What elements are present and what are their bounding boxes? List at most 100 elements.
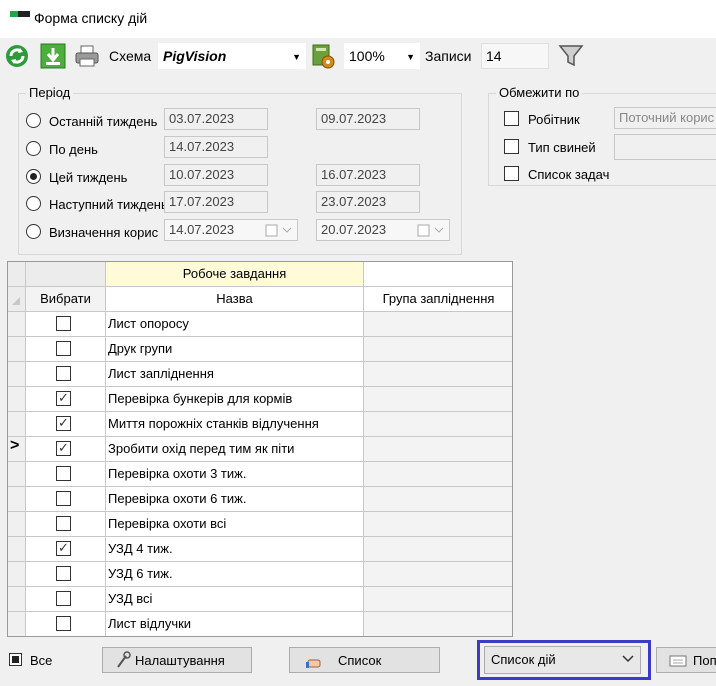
worker-checkbox[interactable] — [504, 111, 519, 126]
table-row-name[interactable]: Лист запліднення — [106, 362, 364, 387]
period-to-value: 23.07.2023 — [321, 194, 387, 209]
row-selector[interactable] — [8, 612, 26, 636]
table-row-group[interactable] — [364, 412, 512, 437]
row-selector[interactable] — [8, 387, 26, 412]
table-row-select-cell — [26, 362, 106, 387]
table-row-group[interactable] — [364, 562, 512, 587]
calendar-icon[interactable] — [265, 222, 293, 241]
period-radio-0[interactable] — [26, 113, 41, 128]
table-row-group[interactable] — [364, 337, 512, 362]
row-selector[interactable] — [8, 462, 26, 487]
row-selector[interactable] — [8, 362, 26, 387]
period-to-value: 20.07.2023 — [321, 222, 387, 237]
action-list-select[interactable]: Список дій — [484, 646, 641, 674]
select-all-checkbox[interactable] — [9, 653, 22, 666]
row-checkbox[interactable] — [56, 566, 71, 581]
row-selector[interactable] — [8, 537, 26, 562]
row-checkbox[interactable] — [56, 466, 71, 481]
table-row-name[interactable]: Лист опоросу — [106, 312, 364, 337]
list-button[interactable]: Список — [289, 647, 440, 673]
table-row-name[interactable]: Перевірка охоти всі — [106, 512, 364, 537]
row-selector[interactable] — [8, 412, 26, 437]
worker-label: Робітник — [528, 112, 580, 127]
table-row-select-cell — [26, 437, 106, 462]
row-selector[interactable] — [8, 562, 26, 587]
table-row-name[interactable]: Зробити охід перед тим як піти — [106, 437, 364, 462]
row-selector[interactable]: > — [8, 437, 26, 462]
chevron-down-icon: ▼ — [406, 52, 415, 62]
table-row-group[interactable] — [364, 362, 512, 387]
table-row-group[interactable] — [364, 312, 512, 337]
col-name-header[interactable]: Назва — [106, 287, 364, 312]
table-row-name[interactable]: УЗД всі — [106, 587, 364, 612]
download-icon[interactable] — [40, 43, 66, 69]
table-row-group[interactable] — [364, 587, 512, 612]
row-selector[interactable] — [8, 587, 26, 612]
pig-type-checkbox[interactable] — [504, 139, 519, 154]
filter-icon[interactable] — [558, 43, 584, 69]
settings-button[interactable]: Налаштування — [102, 647, 252, 673]
pig-type-label: Тип свиней — [528, 140, 596, 155]
table-row-name[interactable]: УЗД 6 тиж. — [106, 562, 364, 587]
row-selector[interactable] — [8, 312, 26, 337]
table-row-name[interactable]: УЗД 4 тиж. — [106, 537, 364, 562]
period-label-2: Цей тиждень — [49, 170, 128, 185]
period-label-1: По день — [49, 142, 98, 157]
table-row-name[interactable]: Перевірка бункерів для кормів — [106, 387, 364, 412]
table-row-name[interactable]: Перевірка охоти 6 тиж. — [106, 487, 364, 512]
table-row-name[interactable]: Перевірка охоти 3 тиж. — [106, 462, 364, 487]
col-select-header[interactable]: Вибрати — [26, 287, 106, 312]
table-row-select-cell — [26, 312, 106, 337]
period-radio-2[interactable] — [26, 169, 41, 184]
table-row-group[interactable] — [364, 612, 512, 636]
table-row-group[interactable] — [364, 462, 512, 487]
period-radio-1[interactable] — [26, 141, 41, 156]
schema-select[interactable]: PigVision ▼ — [158, 43, 306, 69]
app-icon — [10, 11, 30, 17]
table-row-name[interactable]: Миття порожніх станків відлучення — [106, 412, 364, 437]
print-preview-label: Поп — [693, 653, 716, 668]
print-icon[interactable] — [74, 43, 100, 69]
row-checkbox[interactable] — [56, 341, 71, 356]
row-checkbox[interactable] — [56, 516, 71, 531]
print-preview-button[interactable]: Поп — [656, 647, 716, 673]
row-checkbox[interactable] — [56, 316, 71, 331]
worker-field[interactable]: Поточний корис — [614, 107, 716, 129]
schema-label: Схема — [109, 48, 152, 64]
row-checkbox[interactable] — [56, 415, 71, 431]
row-selector[interactable] — [8, 487, 26, 512]
settings-icon[interactable] — [310, 43, 336, 69]
table-row-group[interactable] — [364, 437, 512, 462]
col-group-header[interactable]: Група запліднення — [364, 287, 512, 312]
table-row-select-cell — [26, 387, 106, 412]
zoom-select[interactable]: 100% ▼ — [344, 43, 420, 69]
row-checkbox[interactable] — [56, 440, 71, 456]
table-row-group[interactable] — [364, 487, 512, 512]
table-row-group[interactable] — [364, 387, 512, 412]
row-checkbox[interactable] — [56, 540, 71, 556]
row-selector[interactable] — [8, 337, 26, 362]
table-row-group[interactable] — [364, 512, 512, 537]
table-row-select-cell — [26, 587, 106, 612]
task-list-checkbox[interactable] — [504, 166, 519, 181]
table-row-name[interactable]: Друк групи — [106, 337, 364, 362]
pig-type-field[interactable] — [614, 134, 716, 160]
settings-button-label: Налаштування — [135, 653, 225, 668]
row-selector[interactable] — [8, 512, 26, 537]
row-checkbox[interactable] — [56, 366, 71, 381]
table-row-name[interactable]: Лист відлучки — [106, 612, 364, 636]
row-checkbox[interactable] — [56, 491, 71, 506]
refresh-icon[interactable] — [4, 43, 30, 69]
period-to-4[interactable]: 20.07.2023 — [316, 219, 450, 241]
period-radio-4[interactable] — [26, 224, 41, 239]
row-checkbox[interactable] — [56, 591, 71, 606]
wrench-icon — [115, 651, 131, 672]
row-checkbox[interactable] — [56, 616, 71, 631]
calendar-icon[interactable] — [417, 222, 445, 241]
period-label-0: Останній тиждень — [49, 114, 158, 129]
row-checkbox[interactable] — [56, 390, 71, 406]
period-from-4[interactable]: 14.07.2023 — [164, 219, 298, 241]
table-row-group[interactable] — [364, 537, 512, 562]
period-radio-3[interactable] — [26, 196, 41, 211]
row-selector-header — [8, 287, 26, 312]
